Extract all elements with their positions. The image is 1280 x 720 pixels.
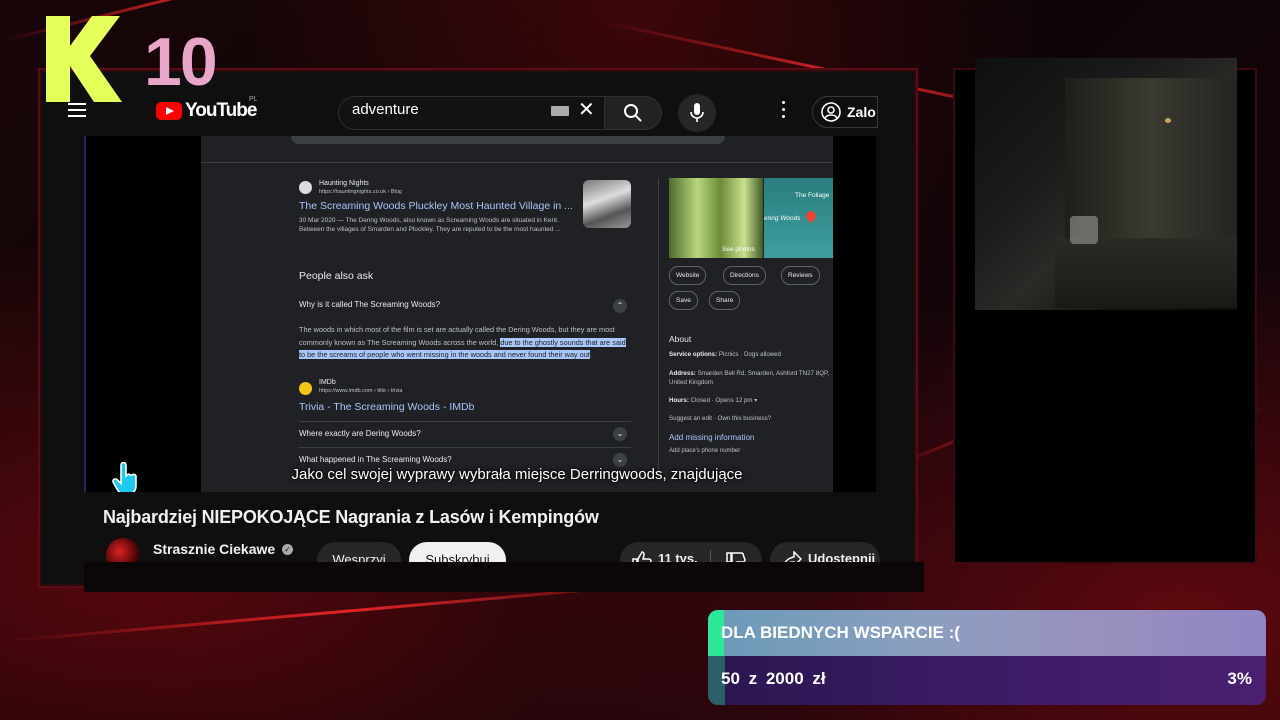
search-icon	[624, 104, 642, 122]
divider	[201, 162, 833, 163]
shelf	[1055, 238, 1237, 308]
result-url: https://hauntingnights.co.uk › Blog	[319, 189, 402, 195]
paa-question: Why is it called The Screaming Woods?	[299, 300, 441, 309]
people-also-ask-heading: People also ask	[299, 270, 374, 282]
divider	[658, 178, 659, 478]
light-spot	[1165, 118, 1171, 123]
paa-answer-end: .	[589, 350, 592, 359]
donation-goal-widget: DLA BIEDNYCH WSPARCIE :( 50 z 2000 zł 3%	[708, 610, 1266, 705]
service-options: Service options: Picnics · Dogs allowed	[669, 350, 833, 359]
service-value: Picnics · Dogs allowed	[718, 351, 782, 358]
chevron-down-icon: ⌄	[613, 453, 627, 467]
logo-number: 10	[144, 24, 218, 100]
share-chip: Share	[709, 291, 741, 310]
paa-question: What happened in The Screaming Woods?	[299, 455, 452, 464]
sign-in-label: Zalo	[847, 104, 876, 120]
reviews-chip: Reviews	[781, 266, 820, 285]
sign-in-button[interactable]: Zalo	[812, 96, 878, 128]
site-favicon-icon	[299, 181, 312, 194]
search-input[interactable]: adventure	[352, 101, 419, 118]
frame-clip	[84, 562, 924, 592]
divider	[299, 421, 631, 422]
video-player[interactable]: Haunting Nights https://hauntingnights.c…	[201, 136, 833, 492]
search-button[interactable]	[604, 96, 662, 130]
mug	[1070, 216, 1098, 244]
verified-check-icon: ✓	[282, 544, 293, 555]
website-chip: Website	[669, 266, 707, 285]
channel-name[interactable]: Strasznie Ciekawe	[153, 541, 275, 557]
hours-label: Hours:	[669, 397, 689, 404]
directions-chip: Directions	[723, 266, 766, 285]
address-label: Address:	[669, 370, 696, 377]
hours: Hours: Closed · Opens 12 pm ▾	[669, 396, 833, 405]
imdb-title: Trivia - The Screaming Woods - IMDb	[299, 401, 475, 413]
save-chip: Save	[669, 291, 698, 310]
cabinet-door	[1065, 78, 1237, 238]
microphone-icon	[690, 103, 704, 122]
result-title: The Screaming Woods Pluckley Most Haunte…	[299, 200, 573, 212]
video-letterbox-right	[833, 136, 876, 492]
video-letterbox-left	[84, 136, 203, 492]
paa-question: Where exactly are Dering Woods?	[299, 429, 421, 438]
hours-value: Closed · Opens 12 pm ▾	[690, 397, 758, 404]
address: Address: Smarden Bell Rd, Smarden, Ashfo…	[669, 369, 833, 387]
country-code: PL	[249, 96, 258, 103]
divider	[299, 447, 631, 448]
result-snippet: 30 Mar 2020 — The Dering Woods, also kno…	[299, 217, 561, 233]
more-options-icon[interactable]	[782, 101, 786, 121]
see-photos-label: See photos	[722, 246, 755, 253]
map-label: The Foliage	[795, 192, 830, 199]
chevron-down-icon: ⌄	[613, 427, 627, 441]
donation-percent: 3%	[1227, 669, 1252, 688]
google-search-bar	[291, 136, 725, 144]
chevron-up-icon: ⌃	[613, 299, 627, 313]
voice-search-button[interactable]	[678, 94, 716, 132]
account-icon	[821, 102, 841, 122]
add-missing-info: Add missing information	[669, 433, 755, 442]
about-heading: About	[669, 334, 692, 344]
imdb-site-name: IMDb	[319, 379, 336, 386]
video-title: Najbardziej NIEPOKOJĄCE Nagrania z Lasów…	[103, 507, 599, 527]
paa-answer: The woods in which most of the film is s…	[299, 324, 631, 362]
result-site-name: Haunting Nights	[319, 180, 369, 187]
map-label: ering Woods	[764, 215, 801, 222]
video-subtitle: Jako cel swojej wyprawy wybrała miejsce …	[291, 466, 743, 483]
result-thumbnail	[583, 180, 631, 228]
donation-title: DLA BIEDNYCH WSPARCIE :(	[721, 623, 960, 642]
suggest-edit: Suggest an edit · Own this business?	[669, 415, 772, 422]
k-logo-icon	[46, 16, 122, 102]
imdb-url: https://www.imdb.com › title › trivia	[319, 388, 403, 394]
channel-logo: 10	[46, 16, 218, 108]
clear-search-icon[interactable]: ✕	[578, 100, 595, 120]
add-phone: Add place's phone number	[669, 448, 741, 454]
donation-amount: 50 z 2000 zł	[721, 669, 826, 688]
webcam-feed	[975, 58, 1237, 310]
service-label: Service options:	[669, 351, 718, 358]
imdb-favicon-icon	[299, 382, 312, 395]
keyboard-icon[interactable]	[551, 106, 569, 116]
